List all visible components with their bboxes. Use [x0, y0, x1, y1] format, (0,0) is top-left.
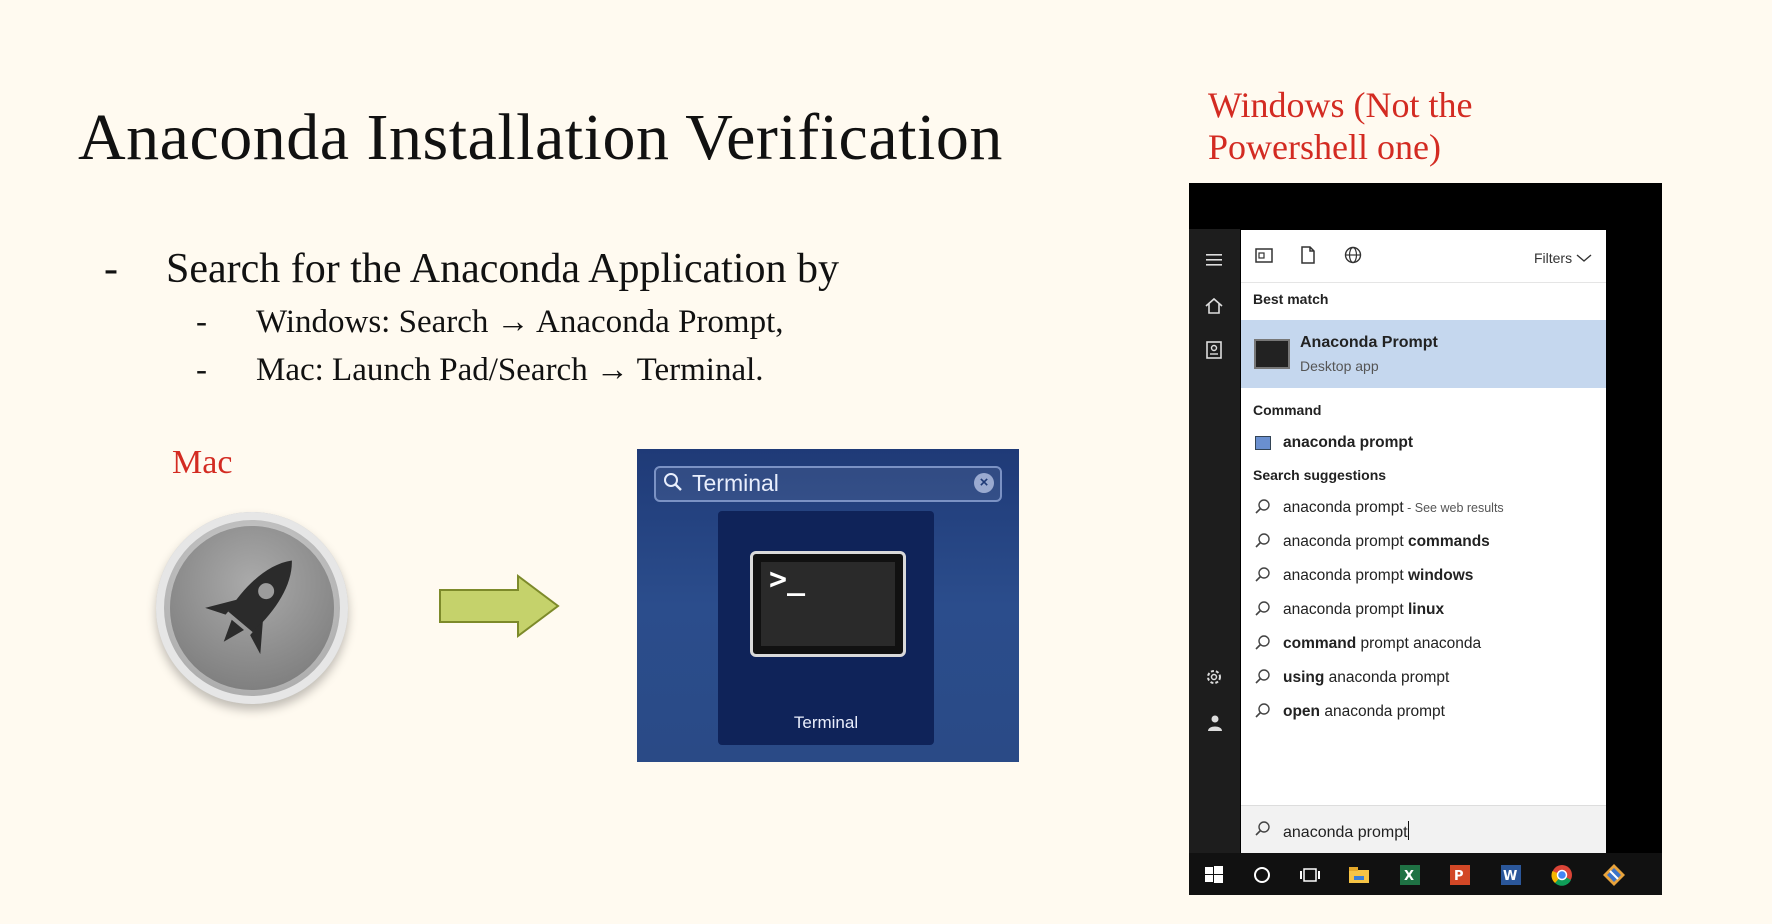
suggestion-item[interactable]: anaconda prompt commands [1241, 525, 1606, 559]
best-match-title: Anaconda Prompt [1300, 334, 1438, 351]
powerpoint-icon[interactable]: P [1447, 862, 1473, 888]
excel-icon[interactable]: X [1397, 862, 1423, 888]
windows-start-icon[interactable] [1201, 862, 1227, 888]
search-icon [1255, 601, 1270, 616]
best-match-subtitle: Desktop app [1300, 358, 1379, 374]
terminal-prompt-glyph: >_ [769, 562, 806, 597]
svg-text:W: W [1503, 869, 1517, 884]
mac-launchpad-search-panel: Terminal × >_ Terminal [637, 449, 1019, 762]
svg-text:X: X [1404, 869, 1414, 884]
document-filter-icon[interactable] [1297, 244, 1319, 266]
start-sidebar [1189, 229, 1240, 853]
suggestion-item[interactable]: command prompt anaconda [1241, 627, 1606, 661]
windows-label-line1: Windows (Not the [1208, 85, 1473, 125]
bullet-main: - Search for the Anaconda Application by [104, 245, 839, 293]
suggestion-text: anaconda prompt [1283, 601, 1408, 618]
rocket-icon [170, 526, 334, 690]
search-results-pane: Filters Best match Anaconda Prompt Deskt… [1241, 230, 1606, 854]
hamburger-menu-icon[interactable] [1203, 249, 1225, 271]
windows-label-line2: Powershell one) [1208, 127, 1441, 167]
windows-search-value: anaconda prompt [1283, 824, 1408, 841]
search-icon [1255, 499, 1270, 514]
bullet-dash: - [196, 352, 207, 388]
search-scope-bar: Filters [1241, 230, 1606, 283]
right-arrow-icon [439, 574, 560, 638]
command-header: Command [1253, 402, 1322, 418]
suggestion-text: anaconda prompt [1283, 499, 1404, 516]
suggestion-item[interactable]: anaconda prompt linux [1241, 593, 1606, 627]
bullet-text: Windows: Search → Anaconda Prompt, [256, 304, 784, 340]
best-match-result[interactable]: Anaconda Prompt Desktop app [1241, 320, 1606, 388]
suggestion-bold: open [1283, 703, 1321, 720]
command-prompt-icon [1255, 436, 1271, 450]
search-icon [664, 473, 682, 491]
suggestion-bold: commands [1407, 533, 1490, 550]
mac-search-field[interactable]: Terminal × [654, 466, 1002, 502]
suggestion-bold: using [1283, 669, 1325, 686]
terminal-result-label: Terminal [793, 713, 859, 732]
suggestion-item[interactable]: open anaconda prompt [1241, 695, 1606, 729]
suggestion-bold: linux [1407, 601, 1445, 618]
best-match-header: Best match [1253, 291, 1329, 307]
search-icon [1255, 669, 1270, 684]
taskbar: X P W [1189, 853, 1662, 895]
git-tool-icon[interactable] [1601, 862, 1627, 888]
command-result-label: anaconda prompt [1283, 434, 1414, 451]
suggestion-hint: - See web results [1403, 501, 1504, 515]
launchpad-icon[interactable] [156, 512, 348, 704]
documents-icon[interactable] [1203, 339, 1225, 361]
apps-filter-icon[interactable] [1253, 244, 1275, 266]
anaconda-prompt-app-icon [1254, 339, 1290, 369]
suggestion-bold: windows [1407, 567, 1474, 584]
search-icon [1255, 703, 1270, 718]
terminal-result-tile[interactable]: >_ Terminal [718, 511, 934, 745]
cortana-circle-icon[interactable] [1249, 862, 1275, 888]
filters-dropdown[interactable]: Filters [1534, 250, 1592, 266]
windows-label: Windows (Not the Powershell one) [1208, 84, 1473, 168]
search-icon [1255, 533, 1270, 548]
task-view-icon[interactable] [1297, 862, 1323, 888]
suggestion-item[interactable]: anaconda prompt windows [1241, 559, 1606, 593]
suggestion-bold: command [1283, 635, 1357, 652]
search-suggestions-header: Search suggestions [1253, 467, 1387, 483]
search-icon [1255, 821, 1270, 836]
chrome-icon[interactable] [1549, 862, 1575, 888]
filters-label: Filters [1533, 250, 1573, 266]
bullet-windows: - Windows: Search → Anaconda Prompt, [196, 304, 784, 341]
command-result-item[interactable]: anaconda prompt [1241, 426, 1606, 460]
web-globe-icon[interactable] [1342, 244, 1364, 266]
mac-label: Mac [172, 444, 233, 481]
suggestion-text: anaconda prompt [1283, 567, 1408, 584]
terminal-icon: >_ [750, 551, 906, 657]
suggestion-item[interactable]: anaconda prompt - See web results [1241, 491, 1606, 525]
suggestion-text: anaconda prompt [1283, 533, 1408, 550]
svg-text:P: P [1454, 869, 1464, 884]
bullet-dash: - [104, 246, 118, 292]
word-icon[interactable]: W [1498, 862, 1524, 888]
suggestion-text: prompt anaconda [1356, 635, 1482, 652]
slide-title: Anaconda Installation Verification [78, 101, 1003, 174]
home-icon[interactable] [1203, 295, 1225, 317]
file-explorer-icon[interactable] [1346, 862, 1372, 888]
chevron-down-icon [1576, 254, 1592, 262]
suggestion-item[interactable]: using anaconda prompt [1241, 661, 1606, 695]
user-icon[interactable] [1203, 712, 1225, 734]
mac-search-value: Terminal [692, 470, 779, 496]
suggestion-text: anaconda prompt [1324, 669, 1450, 686]
bullet-text: Mac: Launch Pad/Search → Terminal. [256, 352, 764, 388]
windows-search-input[interactable]: anaconda prompt [1241, 805, 1606, 854]
suggestion-text: anaconda prompt [1320, 703, 1445, 720]
clear-search-icon[interactable]: × [974, 473, 994, 493]
bullet-mac: - Mac: Launch Pad/Search → Terminal. [196, 352, 764, 389]
bullet-text: Search for the Anaconda Application by [166, 246, 839, 292]
search-icon [1255, 567, 1270, 582]
search-icon [1255, 635, 1270, 650]
windows-search-panel: Filters Best match Anaconda Prompt Deskt… [1189, 183, 1662, 895]
bullet-dash: - [196, 304, 207, 340]
settings-gear-icon[interactable] [1203, 666, 1225, 688]
